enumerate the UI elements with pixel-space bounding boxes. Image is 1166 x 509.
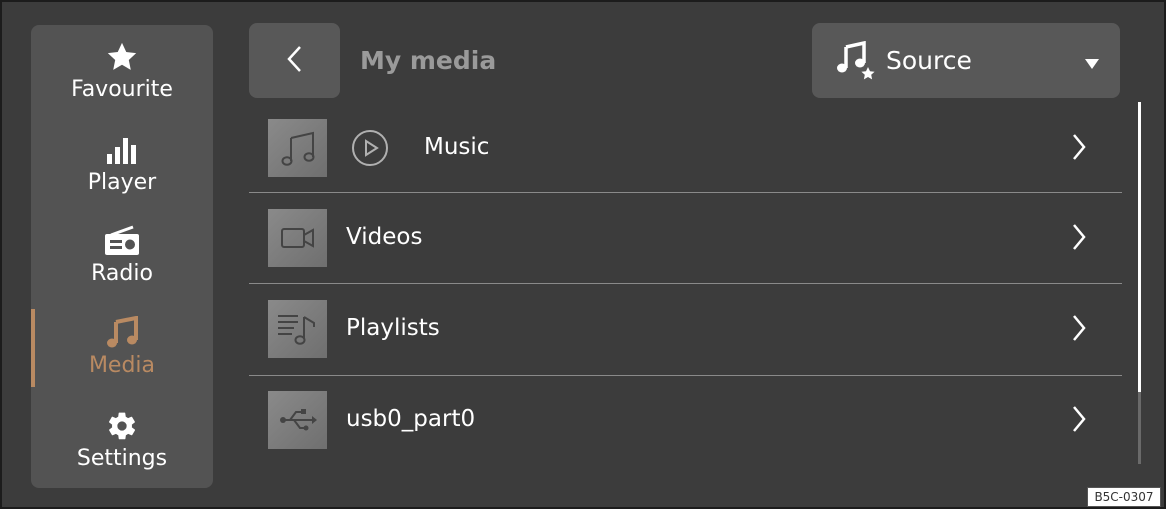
sidebar-item-player[interactable]: Player xyxy=(31,130,213,222)
radio-icon xyxy=(103,221,141,261)
sidebar-item-favourite[interactable]: Favourite xyxy=(31,37,213,129)
star-icon xyxy=(105,37,139,77)
chevron-right-icon xyxy=(1071,133,1087,165)
play-icon[interactable] xyxy=(351,129,389,171)
source-label: Source xyxy=(886,46,972,75)
list-item-usb[interactable]: usb0_part0 xyxy=(249,375,1122,465)
gear-icon xyxy=(106,406,138,446)
caret-down-icon xyxy=(1084,55,1100,74)
sidebar: Favourite Player Radio Media Settings xyxy=(31,25,213,488)
scrollbar-thumb[interactable] xyxy=(1138,102,1141,392)
chevron-right-icon xyxy=(1071,405,1087,437)
list-item-label: Videos xyxy=(346,224,423,250)
page-title: My media xyxy=(360,46,497,75)
list-item-music[interactable]: Music xyxy=(249,103,1122,193)
sidebar-item-label: Favourite xyxy=(71,77,173,102)
list-item-label: Music xyxy=(424,134,490,160)
music-note-icon xyxy=(105,313,139,353)
usb-icon xyxy=(268,391,327,449)
chevron-right-icon xyxy=(1071,314,1087,346)
sidebar-item-radio[interactable]: Radio xyxy=(31,221,213,313)
chevron-right-icon xyxy=(1071,223,1087,255)
back-button[interactable] xyxy=(249,23,340,98)
sidebar-item-label: Media xyxy=(88,353,156,378)
sidebar-item-settings[interactable]: Settings xyxy=(31,406,213,498)
list-item-label: Playlists xyxy=(346,315,440,341)
sidebar-item-media[interactable]: Media xyxy=(31,313,213,405)
list-item-label: usb0_part0 xyxy=(346,406,476,432)
media-screen: Favourite Player Radio Media Settings My… xyxy=(0,0,1166,509)
list-item-playlists[interactable]: Playlists xyxy=(249,284,1122,374)
music-note-star-icon xyxy=(836,40,878,85)
playlist-icon xyxy=(268,300,327,358)
music-note-icon xyxy=(268,119,327,177)
video-camera-icon xyxy=(268,209,327,267)
sidebar-item-label: Settings xyxy=(76,446,168,471)
sidebar-item-label: Radio xyxy=(91,261,153,286)
list-item-videos[interactable]: Videos xyxy=(249,193,1122,283)
figure-code: B5C-0307 xyxy=(1087,487,1161,507)
source-dropdown[interactable]: Source xyxy=(812,23,1120,98)
chevron-left-icon xyxy=(285,44,305,78)
sidebar-item-label: Player xyxy=(87,170,157,195)
bar-chart-icon xyxy=(105,130,139,170)
